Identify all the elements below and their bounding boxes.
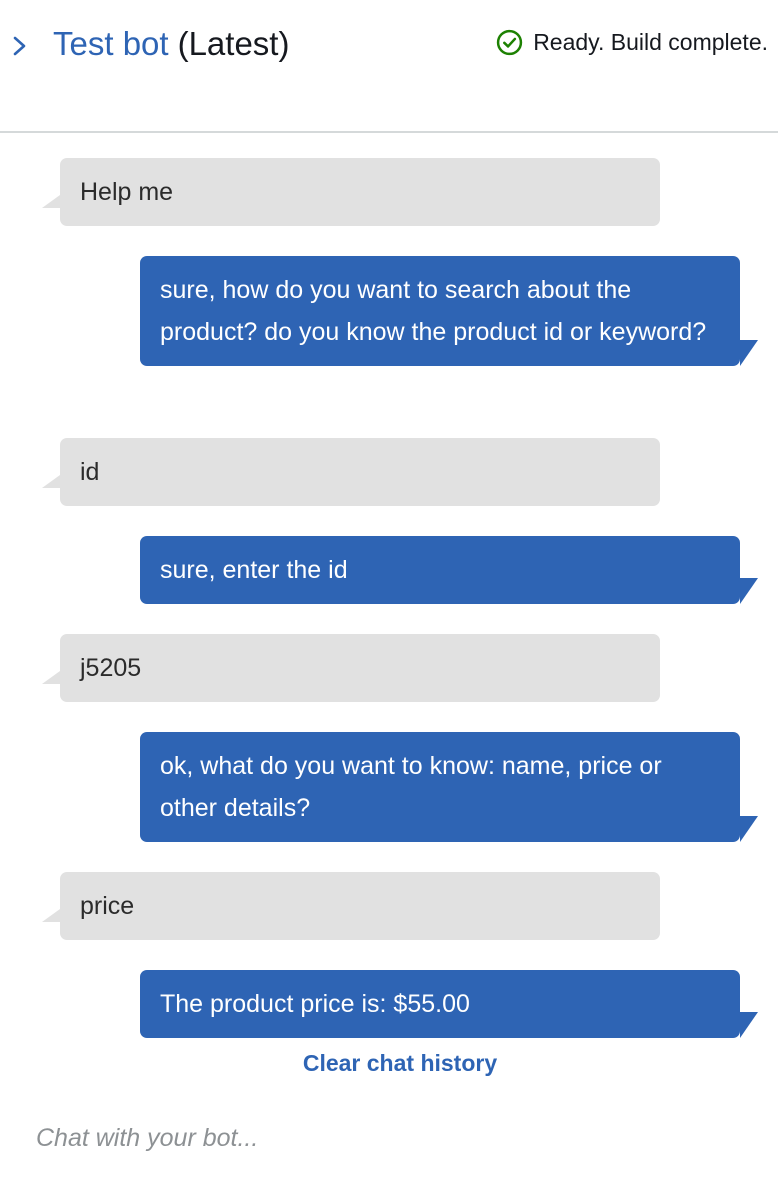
bot-message: ok, what do you want to know: name, pric… (140, 732, 758, 842)
header-divider (0, 131, 778, 133)
bot-name[interactable]: Test bot (53, 25, 169, 62)
chat-input[interactable] (36, 1118, 756, 1158)
user-message: j5205 (42, 634, 660, 702)
clear-chat-history-link[interactable]: Clear chat history (0, 1050, 778, 1077)
build-status: Ready. Build complete. (496, 28, 768, 56)
chevron-right-icon[interactable] (12, 36, 28, 56)
bot-message: sure, enter the id (140, 536, 758, 604)
bot-message: The product price is: $55.00 (140, 970, 758, 1038)
bot-version: (Latest) (177, 25, 290, 62)
test-bot-header: Test bot (Latest) Ready. Build complete. (0, 0, 778, 133)
check-circle-icon (497, 29, 523, 56)
bot-message: sure, how do you want to search about th… (140, 256, 758, 366)
user-message: id (42, 438, 660, 506)
user-message: Help me (42, 158, 660, 226)
user-message: price (42, 872, 660, 940)
panel-title: Test bot (Latest) (53, 24, 289, 64)
status-text: Ready. Build complete. (533, 29, 768, 55)
